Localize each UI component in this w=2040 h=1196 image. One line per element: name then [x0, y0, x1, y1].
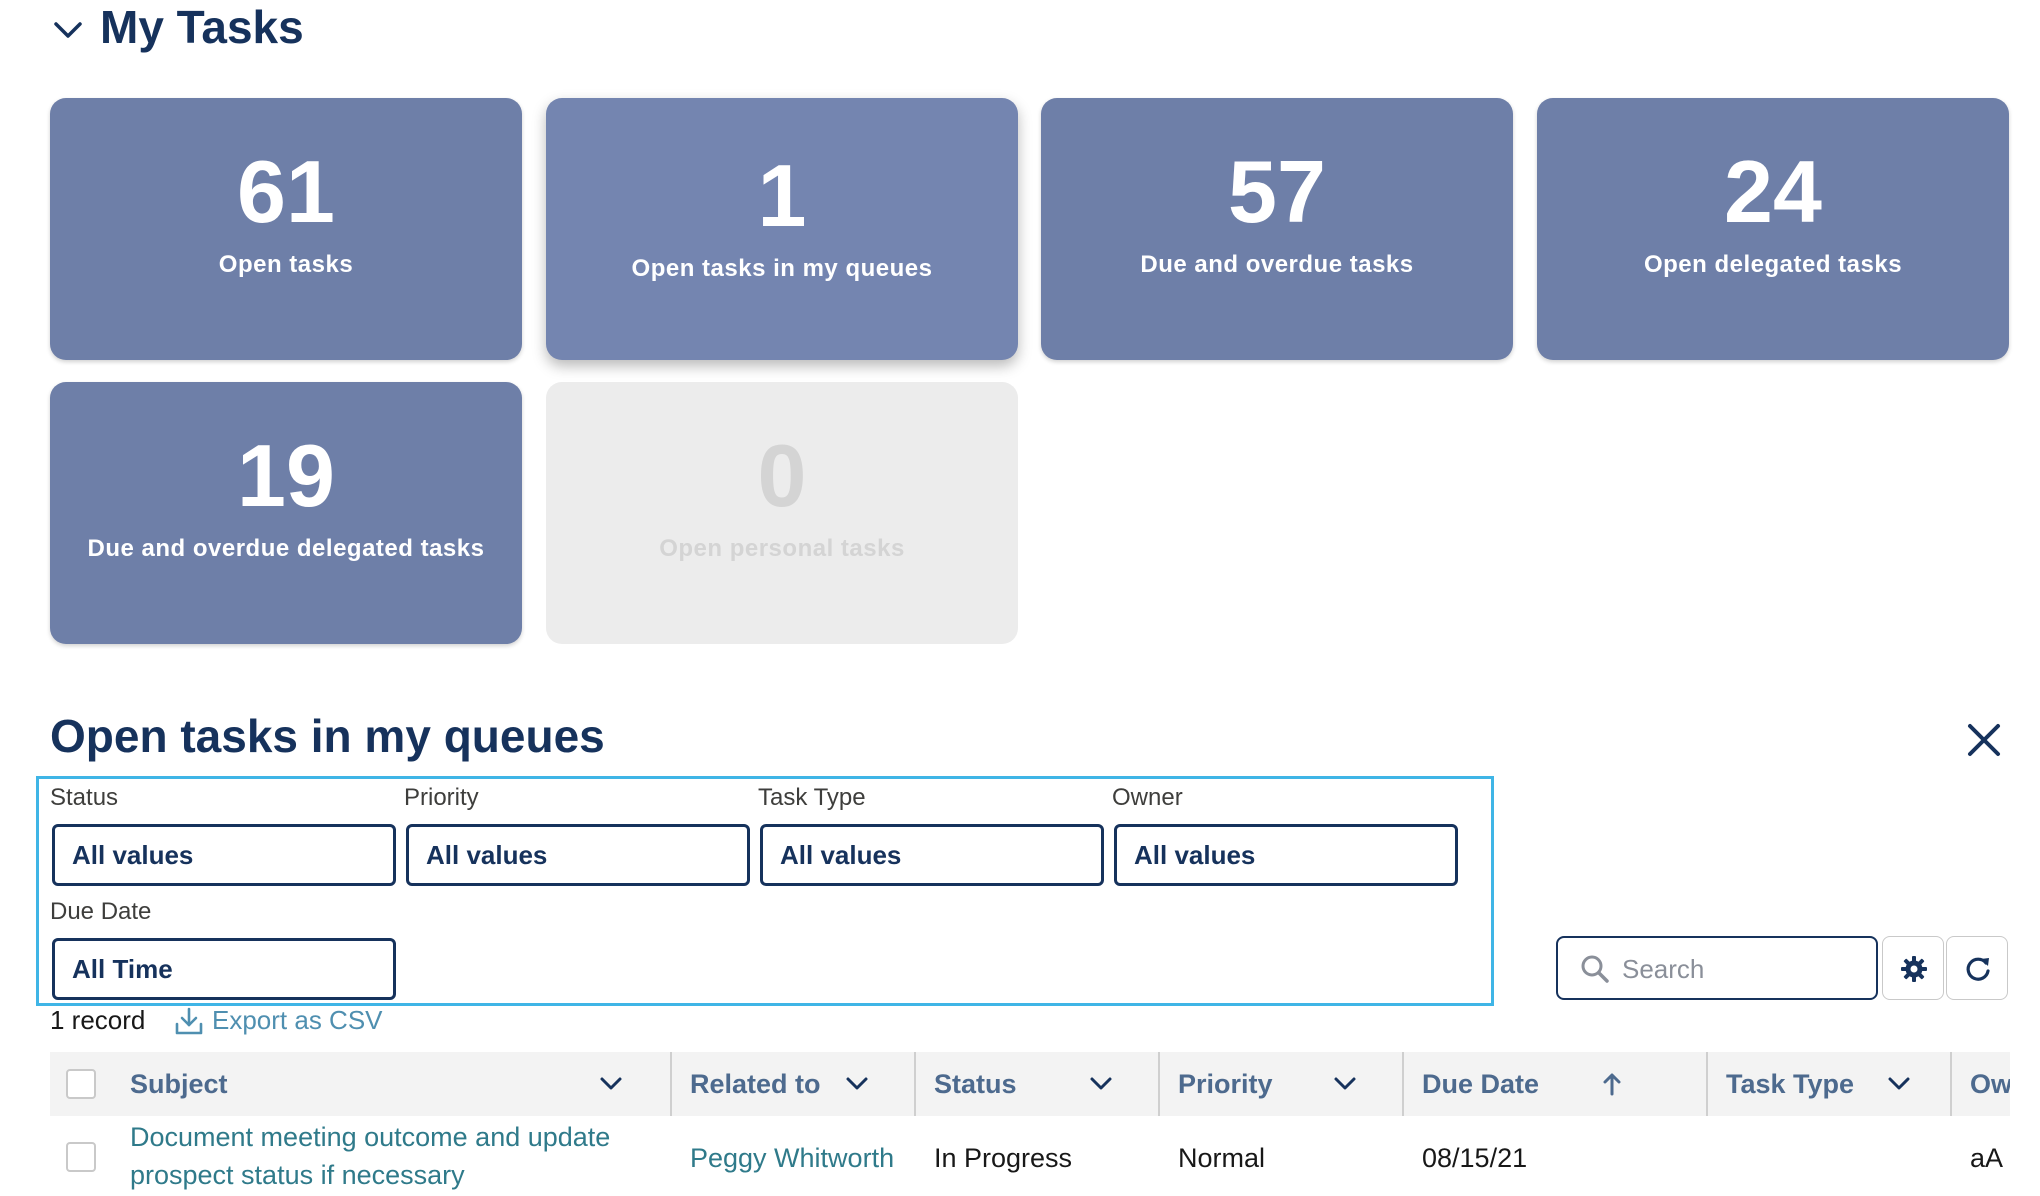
column-label: Due Date: [1422, 1069, 1540, 1099]
column-label: Priority: [1178, 1069, 1273, 1099]
download-icon[interactable]: [174, 1006, 204, 1036]
chevron-down-icon[interactable]: [598, 1074, 624, 1092]
refresh-icon: [1966, 957, 1990, 981]
subject-link[interactable]: Document meeting outcome and update: [130, 1118, 610, 1156]
filter-owner-select[interactable]: All values: [1114, 824, 1458, 886]
chevron-down-icon[interactable]: [1886, 1074, 1912, 1092]
column-header-status[interactable]: Status: [916, 1052, 1160, 1116]
stat-label: Open personal tasks: [659, 535, 905, 562]
filter-priority-select[interactable]: All values: [406, 824, 750, 886]
stat-label: Due and overdue delegated tasks: [87, 535, 485, 562]
stat-card-due-and-overdue-tasks[interactable]: 57 Due and overdue tasks: [1041, 98, 1513, 360]
chevron-down-icon[interactable]: [50, 16, 86, 44]
stat-value: 61: [237, 142, 335, 241]
settings-button[interactable]: [1882, 936, 1944, 1000]
stat-card-due-and-overdue-delegated-tasks[interactable]: 19 Due and overdue delegated tasks: [50, 382, 522, 644]
column-label: Subject: [130, 1069, 228, 1099]
column-label: Status: [934, 1069, 1017, 1099]
chevron-down-icon[interactable]: [1088, 1074, 1114, 1092]
tasks-table: Subject Related to Status Priority Due D…: [50, 1052, 2010, 1196]
refresh-button[interactable]: [1946, 936, 2008, 1000]
stat-label: Due and overdue tasks: [1140, 251, 1414, 278]
arrow-up-icon: [1603, 1073, 1621, 1096]
related-to-link[interactable]: Peggy Whitworth: [690, 1139, 894, 1177]
filter-due-date-select[interactable]: All Time: [52, 938, 396, 1000]
search-input[interactable]: [1620, 944, 1864, 994]
stat-value: 24: [1724, 142, 1822, 241]
stat-value: 57: [1228, 142, 1326, 241]
stat-value: 19: [237, 426, 335, 525]
close-icon[interactable]: [1962, 718, 2006, 762]
column-label: Owner: [1970, 1069, 2010, 1099]
chevron-down-icon[interactable]: [844, 1074, 870, 1092]
record-count: 1 record: [50, 1005, 146, 1035]
section-title: Open tasks in my queues: [50, 710, 605, 762]
column-header-task-type[interactable]: Task Type: [1708, 1052, 1952, 1116]
filter-due-date-label: Due Date: [50, 898, 152, 925]
filter-priority-label: Priority: [404, 784, 479, 811]
column-header-priority[interactable]: Priority: [1160, 1052, 1404, 1116]
page-title: My Tasks: [100, 1, 304, 53]
column-label: Task Type: [1726, 1069, 1855, 1099]
status-cell: In Progress: [934, 1143, 1073, 1173]
gear-icon: [1901, 956, 1927, 982]
stat-label: Open delegated tasks: [1643, 251, 1903, 278]
filter-status-label: Status: [50, 784, 119, 811]
column-header-owner[interactable]: Owner: [1952, 1052, 2010, 1116]
stat-label: Open tasks: [218, 251, 354, 278]
stat-card-open-delegated-tasks[interactable]: 24 Open delegated tasks: [1537, 98, 2009, 360]
search-icon: [1581, 955, 1609, 983]
select-all-checkbox[interactable]: [66, 1069, 96, 1099]
column-header-due-date[interactable]: Due Date: [1404, 1052, 1708, 1116]
priority-cell: Normal: [1178, 1143, 1266, 1173]
filter-task-type-select[interactable]: All values: [760, 824, 1104, 886]
search-box[interactable]: [1556, 936, 1878, 1000]
filter-status-select[interactable]: All values: [52, 824, 396, 886]
stat-label: Open tasks in my queues: [631, 255, 933, 282]
column-label: Related to: [690, 1069, 821, 1099]
column-header-related-to[interactable]: Related to: [672, 1052, 916, 1116]
stat-card-open-personal-tasks: 0 Open personal tasks: [546, 382, 1018, 644]
stat-value: 1: [757, 146, 807, 245]
filter-task-type-label: Task Type: [758, 784, 866, 811]
filter-panel: Status All values Priority All values Ta…: [36, 776, 1494, 1006]
column-header-subject[interactable]: Subject: [50, 1052, 672, 1116]
table-header: Subject Related to Status Priority Due D…: [50, 1052, 2010, 1116]
row-checkbox[interactable]: [66, 1142, 96, 1172]
export-csv-link[interactable]: Export as CSV: [212, 1004, 383, 1036]
filter-owner-label: Owner: [1112, 784, 1183, 811]
stat-card-open-tasks[interactable]: 61 Open tasks: [50, 98, 522, 360]
stat-value: 0: [757, 426, 807, 525]
stat-card-open-tasks-in-my-queues[interactable]: 1 Open tasks in my queues: [546, 98, 1018, 360]
due-date-cell: 08/15/21: [1422, 1143, 1528, 1173]
subject-link-continued[interactable]: prospect status if necessary: [130, 1156, 465, 1194]
owner-cell: aA: [1970, 1143, 2004, 1173]
chevron-down-icon[interactable]: [1332, 1074, 1358, 1092]
